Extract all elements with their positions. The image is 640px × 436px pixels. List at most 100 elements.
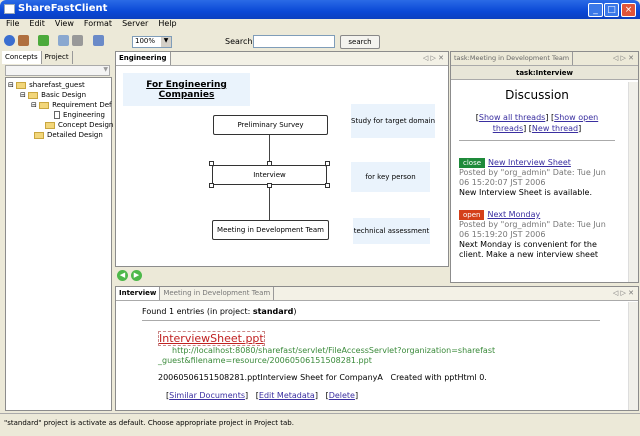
tab-project[interactable]: Project [42, 50, 73, 64]
tree-label: Detailed Design [47, 131, 103, 139]
diagram-title: For Engineering Companies [123, 73, 250, 106]
tree-label: Engineering [63, 111, 105, 119]
folder-icon [34, 131, 44, 139]
document-icon[interactable] [58, 35, 69, 46]
tab-task-meeting[interactable]: task:Meeting in Development Team [451, 52, 574, 65]
menu-bar: File Edit View Format Server Help [0, 19, 640, 32]
status-bar: "standard" project is activate as defaul… [0, 413, 640, 436]
sync-icon[interactable] [38, 35, 49, 46]
forward-arrow-icon[interactable]: ▶ [131, 270, 142, 281]
discussion-heading: Discussion [505, 88, 569, 102]
export-icon[interactable] [93, 35, 104, 46]
scrollbar[interactable] [628, 302, 638, 410]
node-preliminary-survey[interactable]: Preliminary Survey [213, 115, 328, 135]
chevron-down-icon[interactable]: ▼ [161, 37, 171, 47]
tree-item[interactable]: ⊟ Requirement Def [31, 101, 112, 109]
document-icon [54, 111, 60, 119]
thread-links: [Show all threads] [Show open threads] [… [459, 112, 615, 141]
menu-server[interactable]: Server [122, 19, 148, 32]
result-actions: [Similar Documents] [Edit Metadata] [Del… [166, 391, 359, 400]
tree-label: Basic Design [41, 91, 87, 99]
result-file-link[interactable]: InterviewSheet.ppt [158, 331, 265, 346]
resize-handle[interactable] [267, 183, 272, 188]
back-arrow-icon[interactable]: ◀ [117, 270, 128, 281]
left-panel: Concepts Project ▼ ⊟ sharefast_guest ⊟ B… [2, 50, 113, 411]
search-button[interactable]: search [340, 35, 380, 49]
thread-title-link[interactable]: New Interview Sheet [488, 158, 571, 167]
thread-title-link[interactable]: Next Monday [487, 210, 540, 219]
tree-item[interactable]: Concept Design [45, 121, 113, 129]
show-all-threads-link[interactable]: Show all threads [479, 113, 545, 122]
print-icon[interactable] [72, 35, 83, 46]
tab-concepts[interactable]: Concepts [2, 50, 42, 64]
resize-handle[interactable] [325, 183, 330, 188]
title-bar: ShareFastClient [0, 0, 640, 19]
result-url: http://localhost:8080/sharefast/servlet/… [158, 346, 496, 365]
status-badge: open [459, 210, 485, 220]
search-input[interactable] [253, 35, 335, 48]
tree-label: sharefast_guest [29, 81, 85, 89]
summary-text: Found 1 entries (in project: [142, 307, 253, 316]
menu-help[interactable]: Help [158, 19, 176, 32]
resize-handle[interactable] [325, 161, 330, 166]
tab-task-interview[interactable]: task:Interview [516, 69, 573, 77]
menu-view[interactable]: View [55, 19, 74, 32]
minimize-button[interactable]: _ [588, 3, 603, 17]
new-thread-link[interactable]: New thread [532, 124, 578, 133]
tab-engineering[interactable]: Engineering [116, 52, 171, 65]
tree-label: Concept Design [58, 121, 114, 129]
panel-controls-icon[interactable]: ◁ ▷ ✕ [613, 54, 634, 62]
result-description: 20060506151508281.pptInterview Sheet for… [158, 373, 487, 382]
close-button[interactable]: × [621, 3, 636, 17]
menu-file[interactable]: File [6, 19, 19, 32]
thread-meta: Posted by "org_admin" Date: Tue Jun 06 1… [459, 168, 606, 187]
search-label: Search [225, 37, 253, 46]
resize-handle[interactable] [267, 161, 272, 166]
folder-icon [28, 91, 39, 99]
panel-controls-icon[interactable]: ◁ ▷ ✕ [423, 54, 444, 62]
window-title: ShareFastClient [18, 3, 108, 14]
summary-text: ) [293, 307, 297, 316]
resize-handle[interactable] [209, 183, 214, 188]
delete-link[interactable]: Delete [329, 391, 355, 400]
connect-icon[interactable] [4, 35, 15, 46]
chevron-down-icon: ▼ [103, 66, 108, 73]
thread-body: New Interview Sheet is available. [459, 188, 592, 197]
zoom-value: 100% [135, 37, 156, 45]
note-technical[interactable]: technical assessment [353, 218, 430, 244]
tab-meeting[interactable]: Meeting in Development Team [160, 287, 275, 300]
node-meeting[interactable]: Meeting in Development Team [212, 220, 329, 240]
tree-item[interactable]: ⊟ Basic Design [20, 91, 86, 99]
note-key-person[interactable]: for key person [351, 162, 430, 192]
note-study[interactable]: Study for target domain [351, 104, 435, 138]
results-summary: Found 1 entries (in project: standard) [142, 307, 600, 321]
project-name: standard [252, 307, 294, 316]
maximize-button[interactable]: □ [604, 3, 619, 17]
discussion-panel: task:Meeting in Development Team ◁ ▷ ✕ ta… [450, 51, 639, 283]
thread-body: Next Monday is convenient for the client… [459, 240, 599, 259]
panel-controls-icon[interactable]: ◁ ▷ ✕ [613, 289, 634, 297]
concept-dropdown[interactable]: ▼ [5, 65, 110, 76]
thread-item: open Next Monday Posted by "org_admin" Da… [459, 210, 615, 260]
menu-format[interactable]: Format [84, 19, 112, 32]
tree-item[interactable]: ⊟ sharefast_guest [8, 81, 85, 89]
thread-meta: Posted by "org_admin" Date: Tue Jun 06 1… [459, 220, 606, 239]
node-interview[interactable]: Interview [212, 165, 327, 185]
concept-tree: ⊟ sharefast_guest ⊟ Basic Design ⊟ Requi… [5, 77, 113, 411]
tree-item[interactable]: Engineering [54, 111, 105, 119]
edit-metadata-link[interactable]: Edit Metadata [259, 391, 315, 400]
folder-icon [16, 81, 27, 89]
tab-interview[interactable]: Interview [116, 287, 161, 300]
resize-handle[interactable] [209, 161, 214, 166]
tree-label: Requirement Def [52, 101, 112, 109]
similar-documents-link[interactable]: Similar Documents [169, 391, 245, 400]
menu-edit[interactable]: Edit [29, 19, 45, 32]
scrollbar[interactable] [628, 82, 638, 282]
app-icon [4, 4, 15, 14]
zoom-select[interactable]: 100% ▼ [132, 36, 172, 48]
search-results-panel: Interview Meeting in Development Team ◁ ▷ … [115, 286, 639, 411]
tree-item[interactable]: Detailed Design [34, 131, 103, 139]
thread-item: close New Interview Sheet Posted by "org_… [459, 158, 615, 198]
folder-icon [39, 101, 50, 109]
users-icon[interactable] [18, 35, 29, 46]
